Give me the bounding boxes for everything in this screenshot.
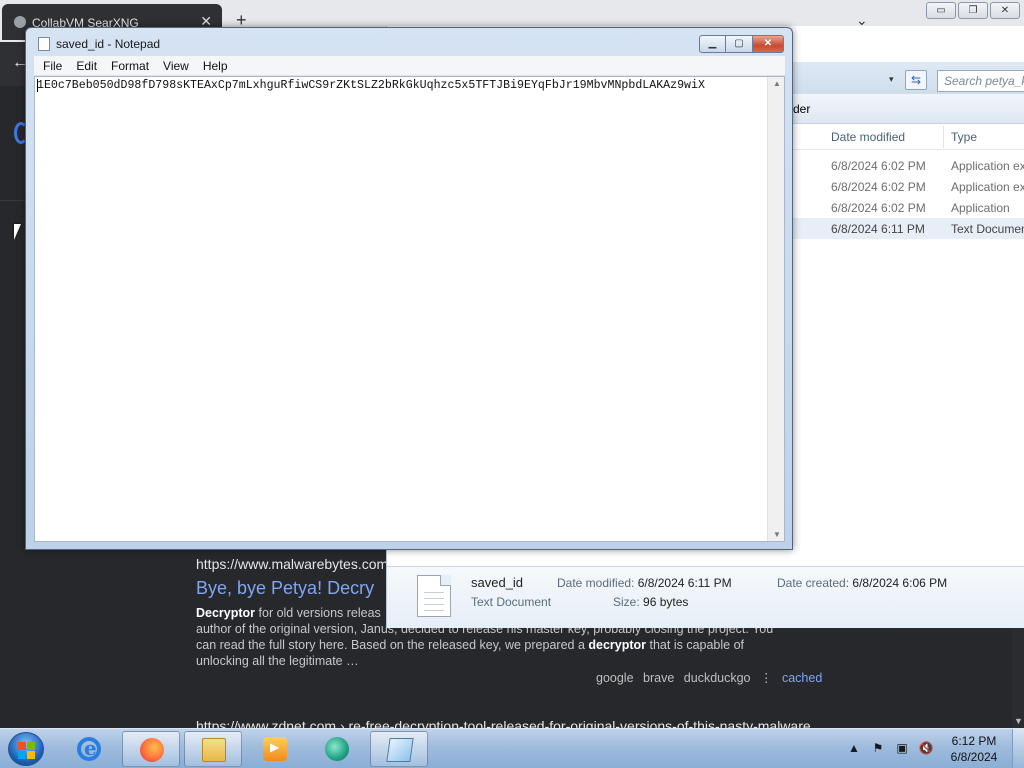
menu-view[interactable]: View <box>156 56 196 75</box>
media-player-icon <box>263 737 287 761</box>
taskbar-notepad[interactable] <box>370 731 428 767</box>
scroll-down-icon[interactable]: ▼ <box>1014 716 1023 726</box>
notepad-content[interactable]: 1E0c7Beb050dD98fD798sKTEAxCp7mLxhguRfiwC… <box>37 79 767 92</box>
clock-time: 6:12 PM <box>951 734 997 748</box>
details-date-modified: Date modified: 6/8/2024 6:11 PM <box>557 576 732 590</box>
firefox-icon <box>140 738 164 762</box>
snippet-bold: decryptor <box>588 638 647 652</box>
notepad-vertical-scrollbar[interactable]: ▲ ▼ <box>767 77 784 541</box>
file-date: 6/8/2024 6:11 PM <box>831 222 925 236</box>
taskbar-app-swirl[interactable] <box>308 731 366 767</box>
details-created-value: 6/8/2024 6:06 PM <box>852 576 948 590</box>
maximize-button[interactable]: ▢ <box>726 35 753 53</box>
file-date: 6/8/2024 6:02 PM <box>831 201 926 215</box>
taskbar: ▲ ⚑ ▣ 🔇 6:12 PM 6/8/2024 <box>0 728 1024 768</box>
browser-maximize-button[interactable]: ❐ <box>958 2 988 19</box>
notepad-window[interactable]: saved_id - Notepad ▁ ▢ ✕ File Edit Forma… <box>25 27 793 550</box>
file-date: 6/8/2024 6:02 PM <box>831 159 926 173</box>
menu-file[interactable]: File <box>36 56 69 75</box>
details-modified-value: 6/8/2024 6:11 PM <box>637 576 732 590</box>
notepad-menubar: File Edit Format View Help <box>34 56 785 76</box>
minimize-button[interactable]: ▁ <box>699 35 726 53</box>
column-type[interactable]: Type <box>951 130 977 144</box>
explorer-search-input[interactable]: Search petya_ke <box>937 70 1024 92</box>
show-hidden-icons-icon[interactable]: ▲ <box>846 741 862 755</box>
file-explorer-icon <box>202 738 226 762</box>
details-size-value: 96 bytes <box>643 595 689 609</box>
engine-brave: brave <box>643 671 675 685</box>
file-type: Application ex <box>951 180 1024 194</box>
details-file-name: saved_id <box>471 575 524 590</box>
clock-date: 6/8/2024 <box>950 750 998 764</box>
browser-minimize-button[interactable]: ▭ <box>926 2 956 19</box>
cached-link[interactable]: cached <box>782 671 822 685</box>
refresh-button[interactable]: ⇆ <box>905 70 927 90</box>
engines-separator: ⋮ <box>760 671 773 685</box>
menu-edit[interactable]: Edit <box>69 56 104 75</box>
scroll-up-icon[interactable]: ▲ <box>773 79 781 88</box>
engine-duckduckgo: duckduckgo <box>683 671 751 685</box>
snippet-text: for old versions releas <box>255 606 381 620</box>
scroll-down-icon[interactable]: ▼ <box>773 530 781 539</box>
column-date-modified[interactable]: Date modified <box>831 130 905 144</box>
details-size: Size: 96 bytes <box>613 595 688 609</box>
new-folder-button[interactable]: der <box>793 102 810 116</box>
notepad-icon <box>386 738 414 762</box>
result-engines: google brave duckduckgo ⋮ cached <box>596 670 822 685</box>
start-button[interactable] <box>8 732 44 766</box>
text-caret <box>37 79 38 92</box>
details-date-created: Date created: 6/8/2024 6:06 PM <box>777 576 947 590</box>
taskbar-internet-explorer[interactable] <box>60 731 118 767</box>
taskbar-file-explorer[interactable] <box>184 731 242 767</box>
details-file-type: Text Document <box>471 595 552 609</box>
close-button[interactable]: ✕ <box>753 35 784 53</box>
notepad-window-controls: ▁ ▢ ✕ <box>699 35 784 53</box>
notepad-title-icon <box>38 37 50 51</box>
app-swirl-icon <box>325 737 349 761</box>
details-modified-label: Date modified: <box>557 576 635 590</box>
browser-close-button[interactable]: ✕ <box>990 2 1020 19</box>
network-icon[interactable]: ▣ <box>894 741 910 755</box>
address-dropdown-icon[interactable]: ▾ <box>889 74 894 85</box>
taskbar-clock[interactable]: 6:12 PM 6/8/2024 <box>942 733 1006 765</box>
tab-favicon-icon <box>14 16 26 28</box>
snippet-bold: Decryptor <box>196 606 256 620</box>
file-type: Application <box>951 201 1010 215</box>
column-separator[interactable] <box>943 126 944 148</box>
notepad-title: saved_id - Notepad <box>56 37 161 51</box>
file-type: Text Document <box>951 222 1024 236</box>
text-file-icon <box>417 575 451 617</box>
system-tray: ▲ ⚑ ▣ 🔇 <box>846 741 934 755</box>
details-size-label: Size: <box>613 595 640 609</box>
menu-format[interactable]: Format <box>104 56 156 75</box>
notepad-text-area[interactable]: 1E0c7Beb050dD98fD798sKTEAxCp7mLxhguRfiwC… <box>34 76 785 542</box>
internet-explorer-icon <box>77 736 101 761</box>
engine-google: google <box>596 671 634 685</box>
details-pane: saved_id Text Document Date modified: 6/… <box>387 566 1024 628</box>
browser-window-controls: ▭ ❐ ✕ <box>926 2 1020 19</box>
action-center-flag-icon[interactable]: ⚑ <box>870 741 886 755</box>
show-desktop-button[interactable] <box>1012 729 1024 768</box>
taskbar-media-player[interactable] <box>246 731 304 767</box>
details-created-label: Date created: <box>777 576 850 590</box>
taskbar-firefox[interactable] <box>122 731 180 767</box>
mouse-cursor-icon <box>14 224 21 240</box>
volume-muted-icon[interactable]: 🔇 <box>918 741 934 755</box>
file-date: 6/8/2024 6:02 PM <box>831 180 926 194</box>
menu-help[interactable]: Help <box>196 56 235 75</box>
file-type: Application ex <box>951 159 1024 173</box>
